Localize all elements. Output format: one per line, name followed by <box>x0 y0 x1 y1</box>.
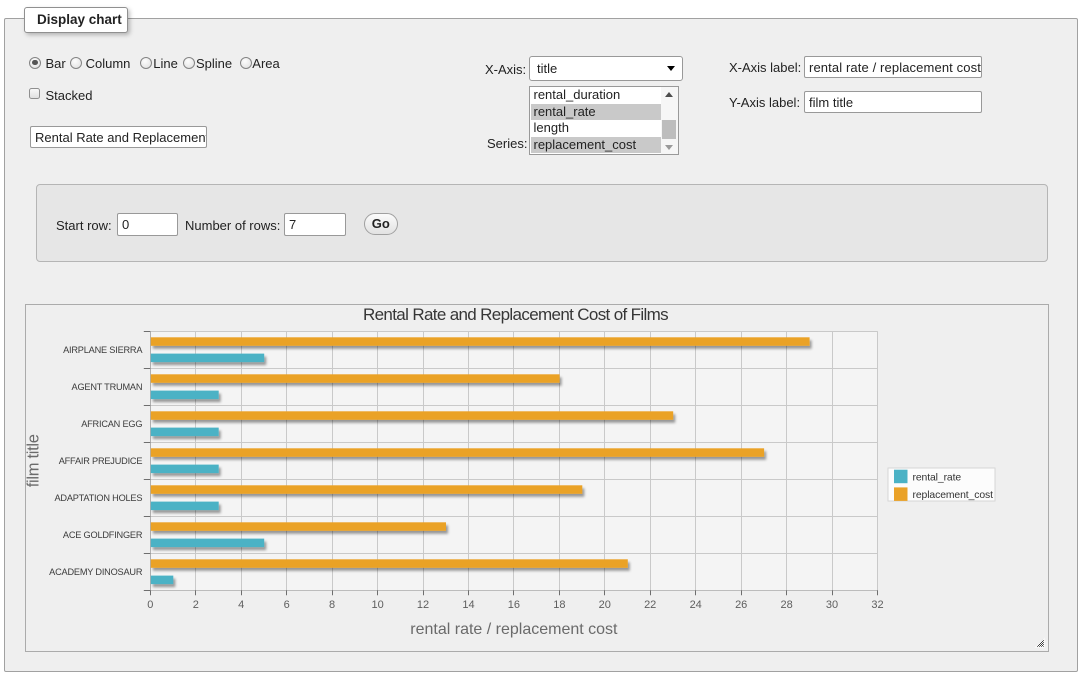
svg-text:32: 32 <box>871 599 883 611</box>
svg-text:20: 20 <box>599 599 611 611</box>
svg-text:0: 0 <box>147 599 153 611</box>
svg-text:rental_rate: rental_rate <box>913 473 962 484</box>
svg-text:Rental Rate and Replacement Co: Rental Rate and Replacement Cost of Film… <box>363 305 668 324</box>
svg-text:film title: film title <box>26 434 43 487</box>
svg-text:AGENT TRUMAN: AGENT TRUMAN <box>72 382 143 392</box>
svg-text:8: 8 <box>329 599 335 611</box>
svg-text:14: 14 <box>462 599 474 611</box>
svg-text:18: 18 <box>553 599 565 611</box>
svg-text:replacement_cost: replacement_cost <box>913 490 994 501</box>
svg-text:AFRICAN EGG: AFRICAN EGG <box>81 419 142 429</box>
svg-text:4: 4 <box>238 599 244 611</box>
svg-text:30: 30 <box>826 599 838 611</box>
svg-text:10: 10 <box>371 599 383 611</box>
svg-text:28: 28 <box>780 599 792 611</box>
svg-text:ACE GOLDFINGER: ACE GOLDFINGER <box>63 530 143 540</box>
svg-text:2: 2 <box>193 599 199 611</box>
svg-text:AIRPLANE SIERRA: AIRPLANE SIERRA <box>63 345 143 355</box>
svg-text:ACADEMY DINOSAUR: ACADEMY DINOSAUR <box>49 567 143 577</box>
svg-text:12: 12 <box>417 599 429 611</box>
svg-text:22: 22 <box>644 599 656 611</box>
svg-text:24: 24 <box>690 599 702 611</box>
svg-text:26: 26 <box>735 599 747 611</box>
svg-text:16: 16 <box>508 599 520 611</box>
svg-text:AFFAIR PREJUDICE: AFFAIR PREJUDICE <box>59 456 143 466</box>
svg-text:ADAPTATION HOLES: ADAPTATION HOLES <box>54 493 142 503</box>
svg-text:rental rate / replacement cost: rental rate / replacement cost <box>410 621 618 638</box>
svg-text:6: 6 <box>284 599 290 611</box>
